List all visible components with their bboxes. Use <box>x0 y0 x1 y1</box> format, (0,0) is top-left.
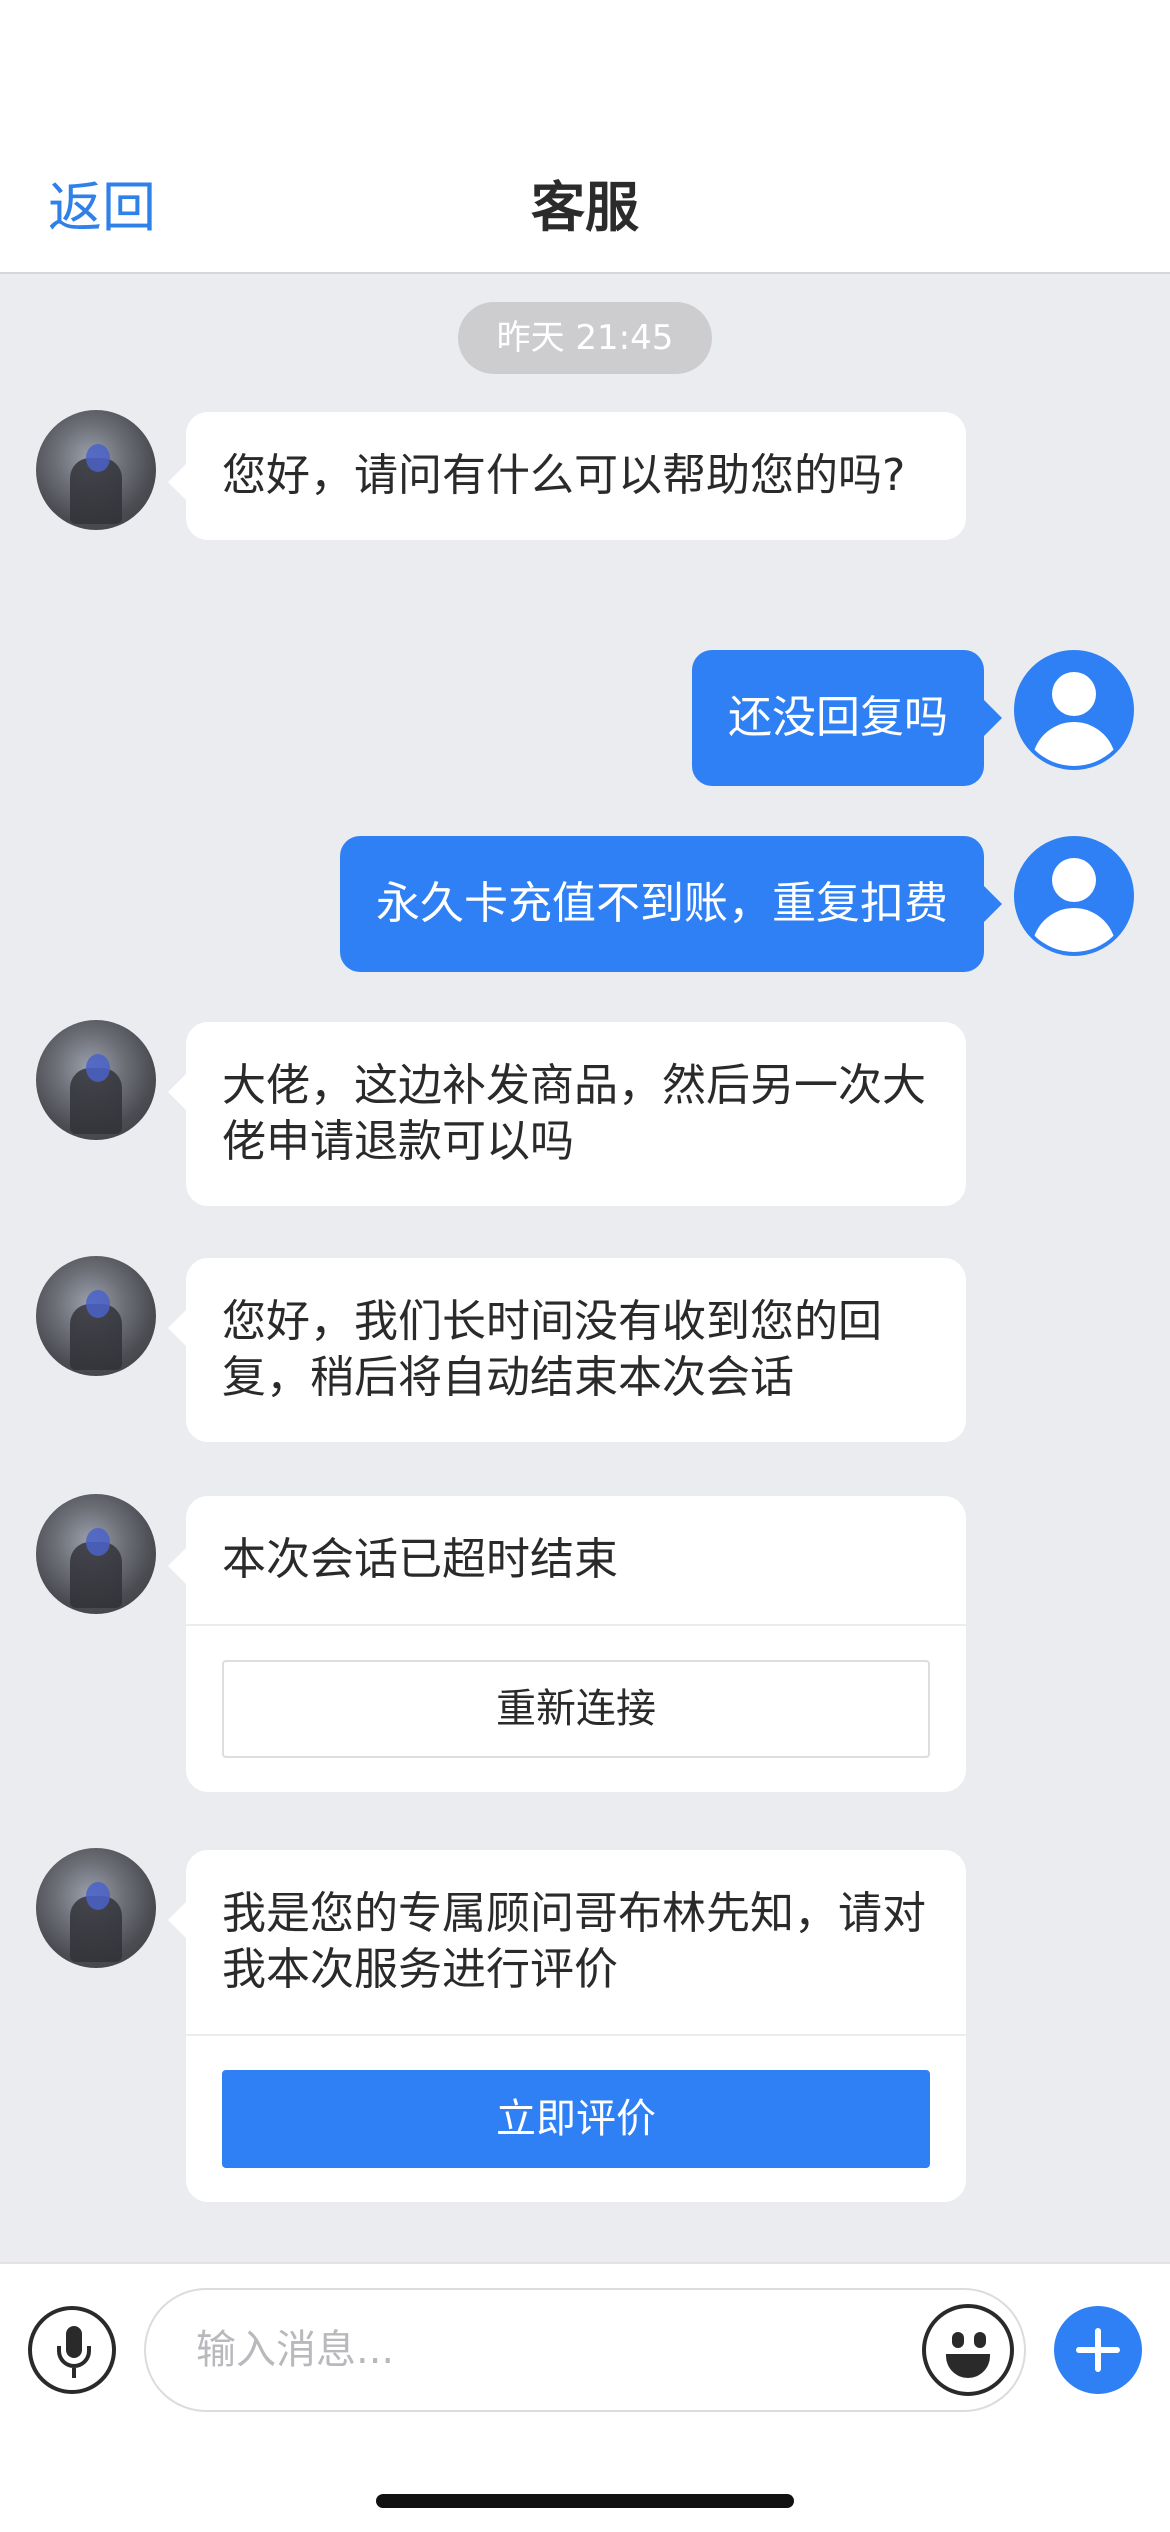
agent-avatar[interactable] <box>36 1020 156 1140</box>
card-message: 本次会话已超时结束 <box>222 1534 618 1585</box>
agent-message-bubble: 您好，我们长时间没有收到您的回复，稍后将自动结束本次会话 <box>168 1258 966 1442</box>
reconnect-button[interactable]: 重新连接 <box>222 1660 930 1758</box>
navigation-bar: 返回 客服 <box>0 140 1170 274</box>
chat-screen: 返回 客服 昨天 21:45 您好，请问有什么可以帮助您的吗? 还没回复吗 永久… <box>0 0 1170 2532</box>
message-input-container <box>144 2288 1026 2412</box>
plus-icon[interactable] <box>1054 2306 1142 2394</box>
microphone-icon[interactable] <box>28 2306 116 2394</box>
user-message-bubble: 永久卡充值不到账，重复扣费 <box>340 836 1002 972</box>
session-ended-card: 本次会话已超时结束 重新连接 <box>168 1496 966 1792</box>
message-input[interactable] <box>196 2290 876 2410</box>
user-avatar-icon[interactable] <box>1014 836 1134 956</box>
user-avatar-icon[interactable] <box>1014 650 1134 770</box>
message-input-bar <box>0 2262 1170 2532</box>
timestamp-badge: 昨天 21:45 <box>458 302 712 374</box>
rate-now-button[interactable]: 立即评价 <box>222 2070 930 2168</box>
agent-message-bubble: 大佬，这边补发商品，然后另一次大佬申请退款可以吗 <box>168 1022 966 1206</box>
agent-avatar[interactable] <box>36 410 156 530</box>
status-bar <box>0 0 1170 140</box>
rating-card: 我是您的专属顾问哥布林先知，请对我本次服务进行评价 立即评价 <box>168 1850 966 2202</box>
page-title: 客服 <box>531 176 639 239</box>
agent-avatar[interactable] <box>36 1256 156 1376</box>
user-message-bubble: 还没回复吗 <box>692 650 1002 786</box>
agent-avatar[interactable] <box>36 1848 156 1968</box>
home-indicator <box>376 2494 794 2508</box>
agent-avatar[interactable] <box>36 1494 156 1614</box>
emoji-icon[interactable] <box>922 2304 1014 2396</box>
agent-message-bubble: 您好，请问有什么可以帮助您的吗? <box>168 412 966 540</box>
card-message: 我是您的专属顾问哥布林先知，请对我本次服务进行评价 <box>222 1888 926 1995</box>
